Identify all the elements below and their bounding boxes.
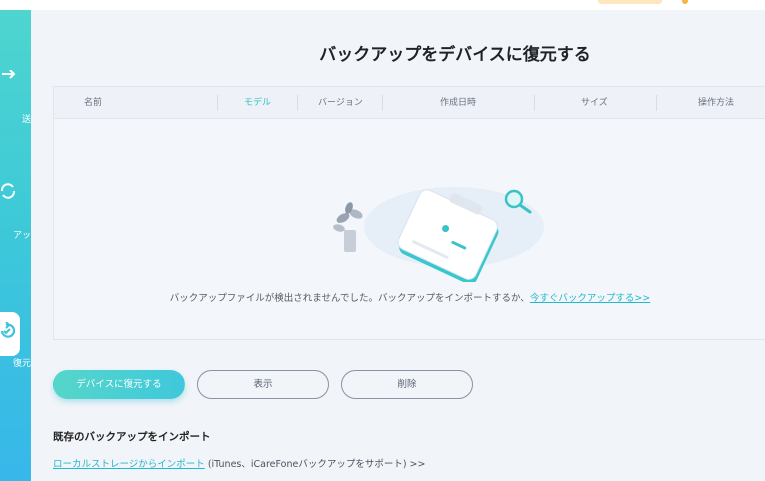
- import-from-local-link[interactable]: ローカルストレージからインポート: [53, 459, 205, 470]
- empty-state-message: バックアップファイルが検出されませんでした。バックアップをインポートするか、今す…: [54, 290, 765, 304]
- column-header-version[interactable]: バージョン: [318, 87, 363, 119]
- empty-state-text: バックアップファイルが検出されませんでした。バックアップをインポートするか、: [169, 293, 530, 304]
- column-header-model[interactable]: モデル: [244, 87, 271, 119]
- view-button[interactable]: 表示: [197, 370, 329, 399]
- sidebar: 送 アッ 復元: [0, 10, 31, 481]
- sidebar-item-label: 送: [21, 115, 31, 125]
- backup-icon: [0, 182, 16, 204]
- backup-table: 名前 モデル バージョン 作成日時 サイズ 操作方法 バックアップファイルが検出…: [53, 86, 765, 340]
- column-divider: [656, 95, 657, 111]
- import-line: ローカルストレージからインポート (iTunes、iCareFoneバックアップ…: [53, 456, 425, 470]
- promo-badge[interactable]: [598, 0, 662, 4]
- delete-button[interactable]: 削除: [341, 370, 473, 399]
- sidebar-item-label: 復元: [12, 359, 31, 369]
- transfer-icon: [0, 68, 16, 90]
- import-note: (iTunes、iCareFoneバックアップをサポート) >>: [204, 459, 426, 470]
- empty-clipboard-illustration: [333, 187, 544, 282]
- sidebar-item-restore[interactable]: [0, 312, 20, 356]
- backup-now-link[interactable]: 今すぐバックアップする>>: [530, 293, 650, 304]
- column-divider: [297, 95, 298, 111]
- column-header-created[interactable]: 作成日時: [440, 87, 476, 119]
- import-section-title: 既存のバックアップをインポート: [53, 431, 211, 443]
- column-header-operation[interactable]: 操作方法: [698, 87, 734, 119]
- table-header: 名前 モデル バージョン 作成日時 サイズ 操作方法: [54, 87, 765, 119]
- window-top-strip: [0, 0, 765, 10]
- sidebar-item-label: アッ: [12, 231, 31, 241]
- page-title: バックアップをデバイスに復元する: [319, 45, 591, 65]
- column-divider: [534, 95, 535, 111]
- column-header-size[interactable]: サイズ: [581, 87, 608, 119]
- notification-dot-icon: [682, 0, 688, 4]
- restore-icon: [0, 322, 15, 338]
- column-divider: [217, 95, 218, 111]
- restore-to-device-button[interactable]: デバイスに復元する: [53, 370, 185, 399]
- column-divider: [382, 95, 383, 111]
- column-header-name[interactable]: 名前: [84, 87, 102, 119]
